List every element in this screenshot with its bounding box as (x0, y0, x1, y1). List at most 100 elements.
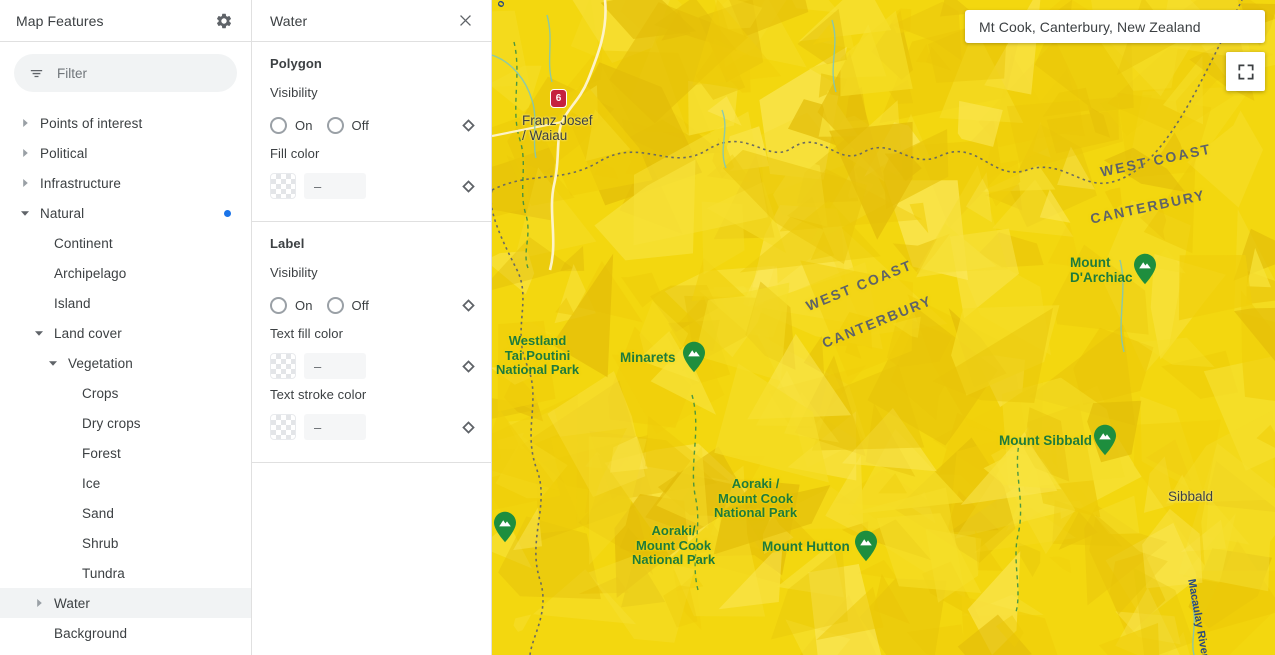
search-input[interactable] (977, 17, 1253, 36)
revert-diamond-icon[interactable] (457, 355, 479, 377)
chevron-right-icon[interactable] (18, 146, 32, 160)
sidebar-header: Map Features (0, 0, 251, 42)
radio-circle-icon[interactable] (270, 296, 287, 314)
panel-sections: Polygon Visibility On Off Fill color – Label Vi… (252, 42, 491, 463)
feature-tree: Points of interest Political Infrastructur… (0, 100, 251, 648)
sidebar-item-natural[interactable]: Natural (0, 198, 251, 228)
sidebar-item-water[interactable]: Water (0, 588, 251, 618)
radio-option-label: On (295, 117, 313, 133)
property-label: Fill color (270, 146, 320, 161)
panel-title: Water (270, 12, 308, 29)
sidebar-item-label: Island (54, 295, 91, 311)
sidebar-item-dry-crops[interactable]: Dry crops (0, 408, 251, 438)
radio-option-off[interactable]: Off (326, 296, 369, 314)
chevron-down-icon[interactable] (18, 206, 32, 220)
sidebar-item-crops[interactable]: Crops (0, 378, 251, 408)
filter-icon (28, 65, 45, 82)
sidebar-item-points-of-interest[interactable]: Points of interest (0, 108, 251, 138)
radio-circle-icon[interactable] (270, 116, 287, 134)
chevron-right-icon[interactable] (18, 116, 32, 130)
property-control: – (270, 167, 475, 205)
feature-style-panel: Water Polygon Visibility On Off Fill color – L… (252, 0, 492, 655)
property-control: On Off (270, 286, 475, 324)
color-swatch-transparent-icon[interactable] (270, 353, 296, 379)
filter-box[interactable] (14, 54, 237, 92)
chevron-right-icon[interactable] (18, 176, 32, 190)
sidebar-item-ice[interactable]: Ice (0, 468, 251, 498)
revert-diamond-icon[interactable] (457, 294, 479, 316)
revert-diamond-icon[interactable] (457, 416, 479, 438)
property-visibility: Visibility On Off (252, 85, 491, 144)
panel-header: Water (252, 0, 491, 42)
section-title: Label (270, 236, 305, 251)
sidebar-item-label: Shrub (82, 535, 119, 551)
map-viewport[interactable]: o RiverFranz Josef / WaiauWEST COASTCANT… (492, 0, 1275, 655)
sidebar-item-tundra[interactable]: Tundra (0, 558, 251, 588)
fullscreen-icon[interactable] (1226, 52, 1265, 91)
property-control: – (270, 347, 475, 385)
style-editor-app: Map Features Points of interest Political… (0, 0, 1275, 655)
color-value-field[interactable]: – (304, 414, 366, 440)
sidebar-item-infrastructure[interactable]: Infrastructure (0, 168, 251, 198)
radio-option-off[interactable]: Off (326, 116, 369, 134)
sidebar-item-archipelago[interactable]: Archipelago (0, 258, 251, 288)
sidebar-item-land-cover[interactable]: Land cover (0, 318, 251, 348)
sidebar-item-sand[interactable]: Sand (0, 498, 251, 528)
sidebar-item-label: Land cover (54, 325, 122, 341)
sidebar-item-island[interactable]: Island (0, 288, 251, 318)
sidebar-item-label: Tundra (82, 565, 125, 581)
radio-option-label: Off (351, 117, 369, 133)
chevron-down-icon[interactable] (46, 356, 60, 370)
sidebar-item-label: Natural (40, 205, 85, 221)
radio-option-on[interactable]: On (270, 296, 313, 314)
sidebar-item-background[interactable]: Background (0, 618, 251, 648)
revert-diamond-icon[interactable] (457, 114, 479, 136)
revert-diamond-icon[interactable] (457, 175, 479, 197)
map-features-sidebar: Map Features Points of interest Political… (0, 0, 252, 655)
sidebar-item-political[interactable]: Political (0, 138, 251, 168)
sidebar-item-continent[interactable]: Continent (0, 228, 251, 258)
sidebar-item-shrub[interactable]: Shrub (0, 528, 251, 558)
property-visibility: Visibility On Off (252, 265, 491, 324)
sidebar-item-label: Archipelago (54, 265, 127, 281)
gear-icon[interactable] (211, 8, 237, 34)
sidebar-item-label: Dry crops (82, 415, 141, 431)
sidebar-item-vegetation[interactable]: Vegetation (0, 348, 251, 378)
property-control: On Off (270, 106, 475, 144)
property-control: – (270, 408, 475, 446)
style-section-label: Label Visibility On Off Text fill color – Text… (252, 222, 491, 463)
color-value-field[interactable]: – (304, 173, 366, 199)
sidebar-item-forest[interactable]: Forest (0, 438, 251, 468)
map-terrain-canvas (492, 0, 1275, 655)
color-value-field[interactable]: – (304, 353, 366, 379)
chevron-down-icon[interactable] (32, 326, 46, 340)
sidebar-item-label: Sand (82, 505, 114, 521)
map-search-box[interactable] (965, 10, 1265, 43)
chevron-right-icon[interactable] (32, 596, 46, 610)
sidebar-item-label: Crops (82, 385, 119, 401)
property-text-stroke-color: Text stroke color – (252, 387, 491, 446)
sidebar-item-label: Forest (82, 445, 121, 461)
filter-input[interactable] (57, 65, 223, 81)
radio-option-on[interactable]: On (270, 116, 313, 134)
color-swatch-transparent-icon[interactable] (270, 173, 296, 199)
color-swatch-transparent-icon[interactable] (270, 414, 296, 440)
filter-container (0, 42, 251, 100)
property-text-fill-color: Text fill color – (252, 326, 491, 385)
property-fill-color: Fill color – (252, 146, 491, 205)
highway-shield-icon: 6 (550, 89, 567, 108)
sidebar-item-label: Infrastructure (40, 175, 121, 191)
radio-option-label: Off (351, 297, 369, 313)
radio-circle-icon[interactable] (326, 296, 344, 314)
property-label: Visibility (270, 265, 318, 280)
radio-circle-icon[interactable] (326, 116, 344, 134)
property-label: Visibility (270, 85, 318, 100)
close-icon[interactable] (451, 7, 479, 35)
